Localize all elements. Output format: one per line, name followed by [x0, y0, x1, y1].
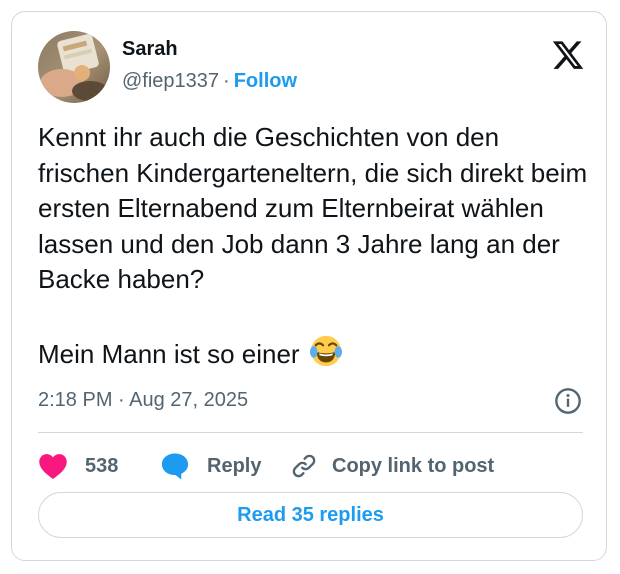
x-logo-icon[interactable]: [551, 41, 585, 72]
follow-button[interactable]: Follow: [234, 70, 297, 92]
read-replies-label: Read 35 replies: [237, 503, 384, 526]
tweet-paragraph-2: Mein Mann ist so einer: [38, 338, 300, 369]
tweet-paragraph-2-wrap: Mein Mann ist so einer: [38, 334, 593, 378]
heart-icon: [39, 454, 67, 479]
tweet-timestamp[interactable]: 2:18 PM · Aug 27, 2025: [38, 389, 248, 412]
reply-label: Reply: [207, 454, 262, 477]
tweet-text: Kennt ihr auch die Geschichten von den f…: [38, 120, 593, 377]
separator-dot: ·: [223, 70, 230, 92]
copy-link-label: Copy link to post: [332, 454, 495, 477]
avatar[interactable]: [38, 31, 110, 103]
reply-button[interactable]: Reply: [160, 450, 261, 482]
tweet-paragraph-1: Kennt ihr auch die Geschichten von den f…: [38, 122, 588, 295]
divider: [38, 432, 583, 433]
like-count: 538: [85, 454, 119, 477]
link-icon: [292, 454, 316, 478]
read-replies-button[interactable]: Read 35 replies: [38, 492, 583, 538]
author-handle[interactable]: @fiep1337: [122, 70, 219, 92]
like-button[interactable]: 538: [38, 450, 118, 482]
avatar-image: [38, 31, 110, 103]
tears-of-joy-emoji-icon: [309, 334, 343, 378]
author-handle-row: @fiep1337 · Follow: [122, 70, 297, 93]
copy-link-button[interactable]: Copy link to post: [290, 450, 494, 482]
tweet-card: Sarah @fiep1337 · Follow Kennt ihr auch di…: [11, 11, 607, 561]
reply-bubble-icon: [161, 453, 189, 480]
author-name[interactable]: Sarah: [122, 38, 178, 61]
info-icon[interactable]: [554, 387, 582, 415]
